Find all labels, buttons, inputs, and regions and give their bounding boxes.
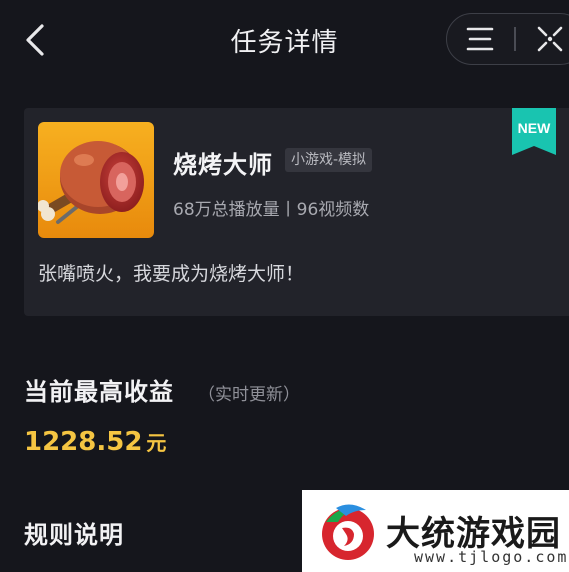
capsule-divider xyxy=(514,27,516,51)
earnings-value: 1228.52 xyxy=(24,427,143,457)
top-navigation-bar: 任务详情 xyxy=(0,0,569,82)
game-icon[interactable] xyxy=(38,122,154,238)
game-description: 张嘴喷火，我要成为烧烤大师！ xyxy=(38,263,305,285)
site-logo-icon xyxy=(322,504,374,560)
rules-title: 规则说明 xyxy=(24,521,124,549)
menu-icon xyxy=(466,27,494,51)
close-target-icon xyxy=(537,26,563,52)
game-card[interactable]: 烧烤大师 小游戏-模拟 68万总播放量丨96视频数 张嘴喷火，我要成为烧烤大师！… xyxy=(24,108,569,316)
task-detail-page: 任务详情 烧烤大师 小游戏-模拟 68万总播放量丨96视频数 张嘴喷火，我要成为… xyxy=(0,0,569,572)
game-stats: 68万总播放量丨96视频数 xyxy=(173,200,370,220)
close-button[interactable] xyxy=(535,25,565,53)
earnings-amount: 1228.52 元 xyxy=(24,427,166,457)
new-badge-label: NEW xyxy=(518,120,551,136)
game-category-tag: 小游戏-模拟 xyxy=(285,148,373,172)
menu-button[interactable] xyxy=(465,26,495,52)
game-name: 烧烤大师 xyxy=(173,151,273,179)
site-watermark: 大统游戏园 www.tjlogo.com xyxy=(302,490,569,572)
mini-program-capsule xyxy=(446,13,569,65)
earnings-note: （实时更新） xyxy=(198,385,300,405)
new-badge: NEW xyxy=(512,108,556,155)
roast-ham-icon xyxy=(38,122,154,238)
earnings-title: 当前最高收益 xyxy=(24,378,174,406)
watermark-url: www.tjlogo.com xyxy=(414,548,569,566)
earnings-unit: 元 xyxy=(146,431,167,455)
